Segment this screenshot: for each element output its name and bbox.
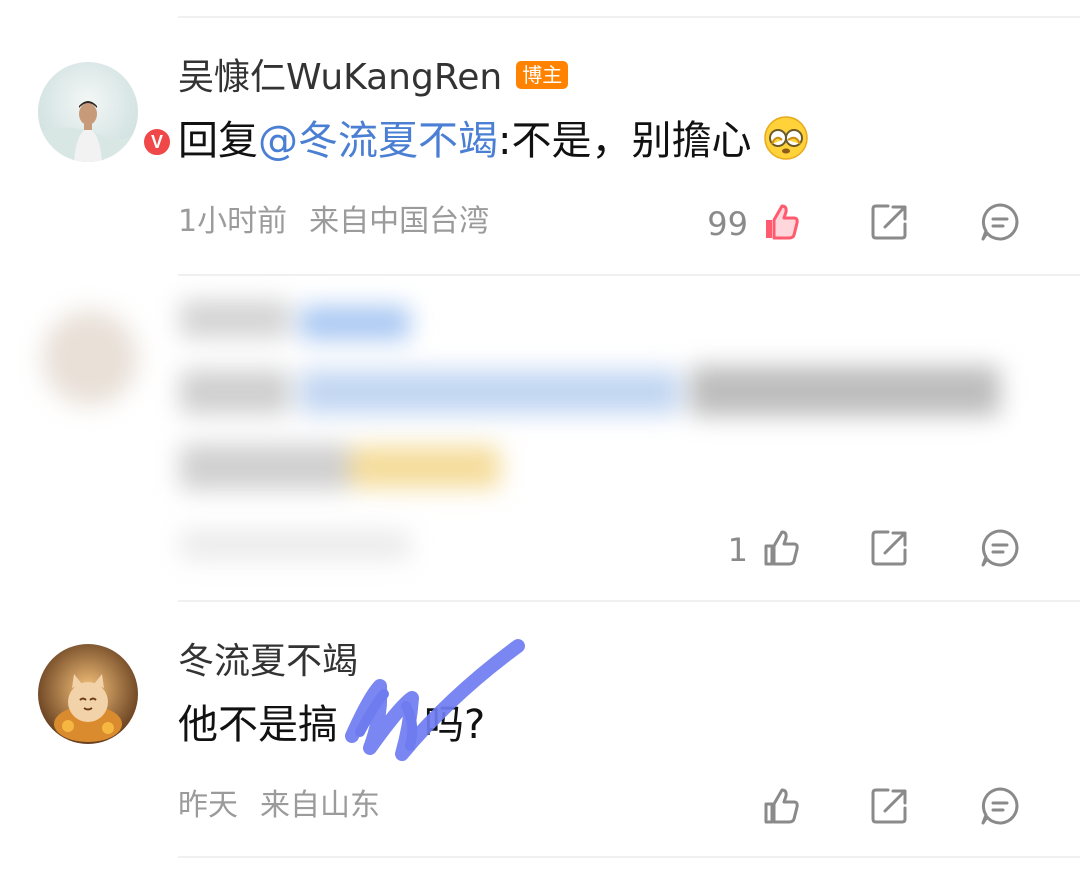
thumbs-up-icon[interactable] — [758, 526, 802, 570]
divider-top — [178, 16, 1080, 18]
avatar[interactable] — [38, 644, 138, 744]
comment-text: 回复@冬流夏不竭:不是，别擔心 — [178, 114, 810, 166]
divider — [178, 274, 1080, 276]
comment-body: 他不是搞 — [178, 702, 338, 748]
avatar-image — [38, 644, 138, 744]
like-count: 1 — [727, 531, 748, 569]
avatar[interactable]: V — [38, 62, 173, 162]
comment-location: 来自山东 — [260, 788, 380, 823]
reply-prefix: 回复 — [178, 118, 258, 164]
comment-body: :不是，别擔心 — [498, 118, 752, 164]
eyes-covered-emoji-icon — [764, 116, 808, 160]
thumbs-up-icon[interactable] — [758, 784, 802, 828]
avatar-image — [38, 62, 138, 162]
username[interactable]: 冬流夏不竭 — [178, 640, 358, 684]
comment-time: 昨天 — [178, 788, 238, 823]
comment-time: 1小时前 — [178, 204, 288, 239]
scribble-redaction — [345, 639, 525, 761]
share-icon[interactable] — [868, 200, 912, 244]
username[interactable]: 吴慷仁WuKangRen 博主 — [178, 56, 569, 100]
divider — [178, 856, 1080, 858]
share-icon[interactable] — [868, 784, 912, 828]
thumbs-up-icon[interactable] — [758, 200, 802, 244]
comment-icon[interactable] — [978, 526, 1022, 570]
comment-icon[interactable] — [978, 200, 1022, 244]
comment-meta: 昨天 来自山东 — [178, 786, 380, 826]
username-text[interactable]: 吴慷仁WuKangRen — [178, 57, 502, 98]
divider — [178, 600, 1080, 602]
like-count: 99 — [707, 205, 748, 243]
share-icon[interactable] — [868, 526, 912, 570]
author-badge: 博主 — [516, 61, 569, 89]
verified-badge: V — [141, 126, 173, 158]
username-text[interactable]: 冬流夏不竭 — [178, 641, 358, 682]
comment-location: 来自中国台湾 — [309, 204, 490, 239]
comment-meta: 1小时前 来自中国台湾 — [178, 202, 489, 242]
mention-link[interactable]: @冬流夏不竭 — [258, 118, 498, 164]
comment-icon[interactable] — [978, 784, 1022, 828]
